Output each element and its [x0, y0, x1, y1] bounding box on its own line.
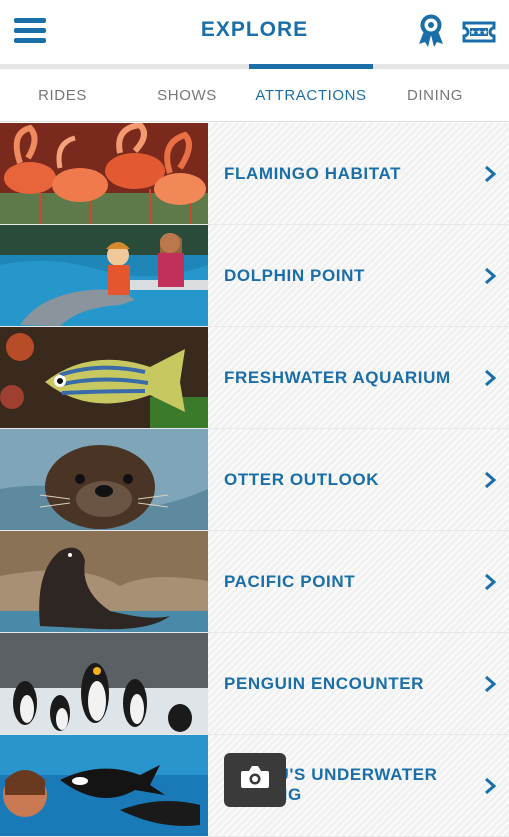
chevron-right-icon — [485, 675, 496, 693]
orca-photo — [0, 735, 208, 836]
list-item-otter-outlook[interactable]: OTTER OUTLOOK — [0, 429, 509, 531]
list-item-flamingo-habitat[interactable]: FLAMINGO HABITAT — [0, 123, 509, 225]
penguins-photo — [0, 633, 208, 734]
attraction-name: DOLPHIN POINT — [224, 266, 365, 285]
list-item-dolphin-point[interactable]: DOLPHIN POINT — [0, 225, 509, 327]
attraction-name: FLAMINGO HABITAT — [224, 164, 402, 183]
attraction-name: OTTER OUTLOOK — [224, 470, 380, 489]
chevron-right-icon — [485, 777, 496, 795]
list-item-penguin-encounter[interactable]: PENGUIN ENCOUNTER — [0, 633, 509, 735]
tab-shows[interactable]: SHOWS — [125, 69, 249, 121]
attraction-name: PENGUIN ENCOUNTER — [224, 674, 425, 693]
attraction-name: FRESHWATER AQUARIUM — [224, 368, 451, 387]
attraction-name: PACIFIC POINT — [224, 572, 356, 591]
chevron-right-icon — [485, 267, 496, 285]
list-item-pacific-point[interactable]: PACIFIC POINT — [0, 531, 509, 633]
svg-text:★★★: ★★★ — [470, 29, 489, 37]
tab-attractions[interactable]: ATTRACTIONS — [249, 69, 373, 121]
chevron-right-icon — [485, 573, 496, 591]
tab-rides[interactable]: RIDES — [0, 69, 125, 121]
camera-icon — [241, 766, 269, 788]
otter-photo — [0, 429, 208, 530]
fish-photo — [0, 327, 208, 428]
ticket-icon[interactable]: ★★★ — [462, 21, 496, 43]
category-tabs: RIDES SHOWS ATTRACTIONS DINING — [0, 64, 509, 122]
award-ribbon-icon[interactable] — [416, 14, 446, 48]
chevron-right-icon — [485, 165, 496, 183]
chevron-right-icon — [485, 471, 496, 489]
app-header: EXPLORE ★★★ — [0, 0, 509, 64]
dolphin-photo — [0, 225, 208, 326]
sea-lion-photo — [0, 531, 208, 632]
camera-button[interactable] — [224, 753, 286, 807]
flamingo-photo — [0, 123, 208, 224]
chevron-right-icon — [485, 369, 496, 387]
list-item-freshwater-aquarium[interactable]: FRESHWATER AQUARIUM — [0, 327, 509, 429]
tab-dining[interactable]: DINING — [373, 69, 497, 121]
